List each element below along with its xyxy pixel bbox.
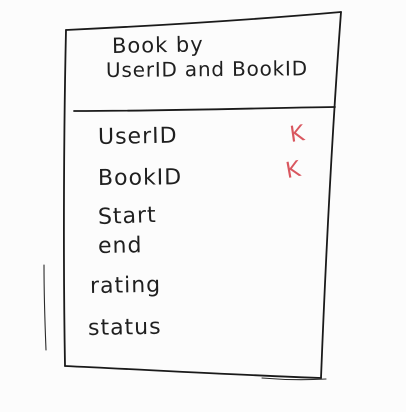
whiteboard-canvas: Book by UserID and BookID UserID K BookI… — [0, 0, 406, 412]
field-bookid: BookID — [97, 165, 183, 191]
field-rating: rating — [89, 272, 162, 299]
field-start: Start — [97, 202, 158, 230]
entity-title-line-2: UserID and BookID — [105, 56, 309, 82]
field-end: end — [97, 233, 143, 259]
field-status: status — [87, 314, 162, 341]
key-marker-userid: K — [288, 121, 307, 148]
entity-title-line-1: Book by — [111, 32, 204, 58]
field-userid: UserID — [97, 123, 178, 150]
